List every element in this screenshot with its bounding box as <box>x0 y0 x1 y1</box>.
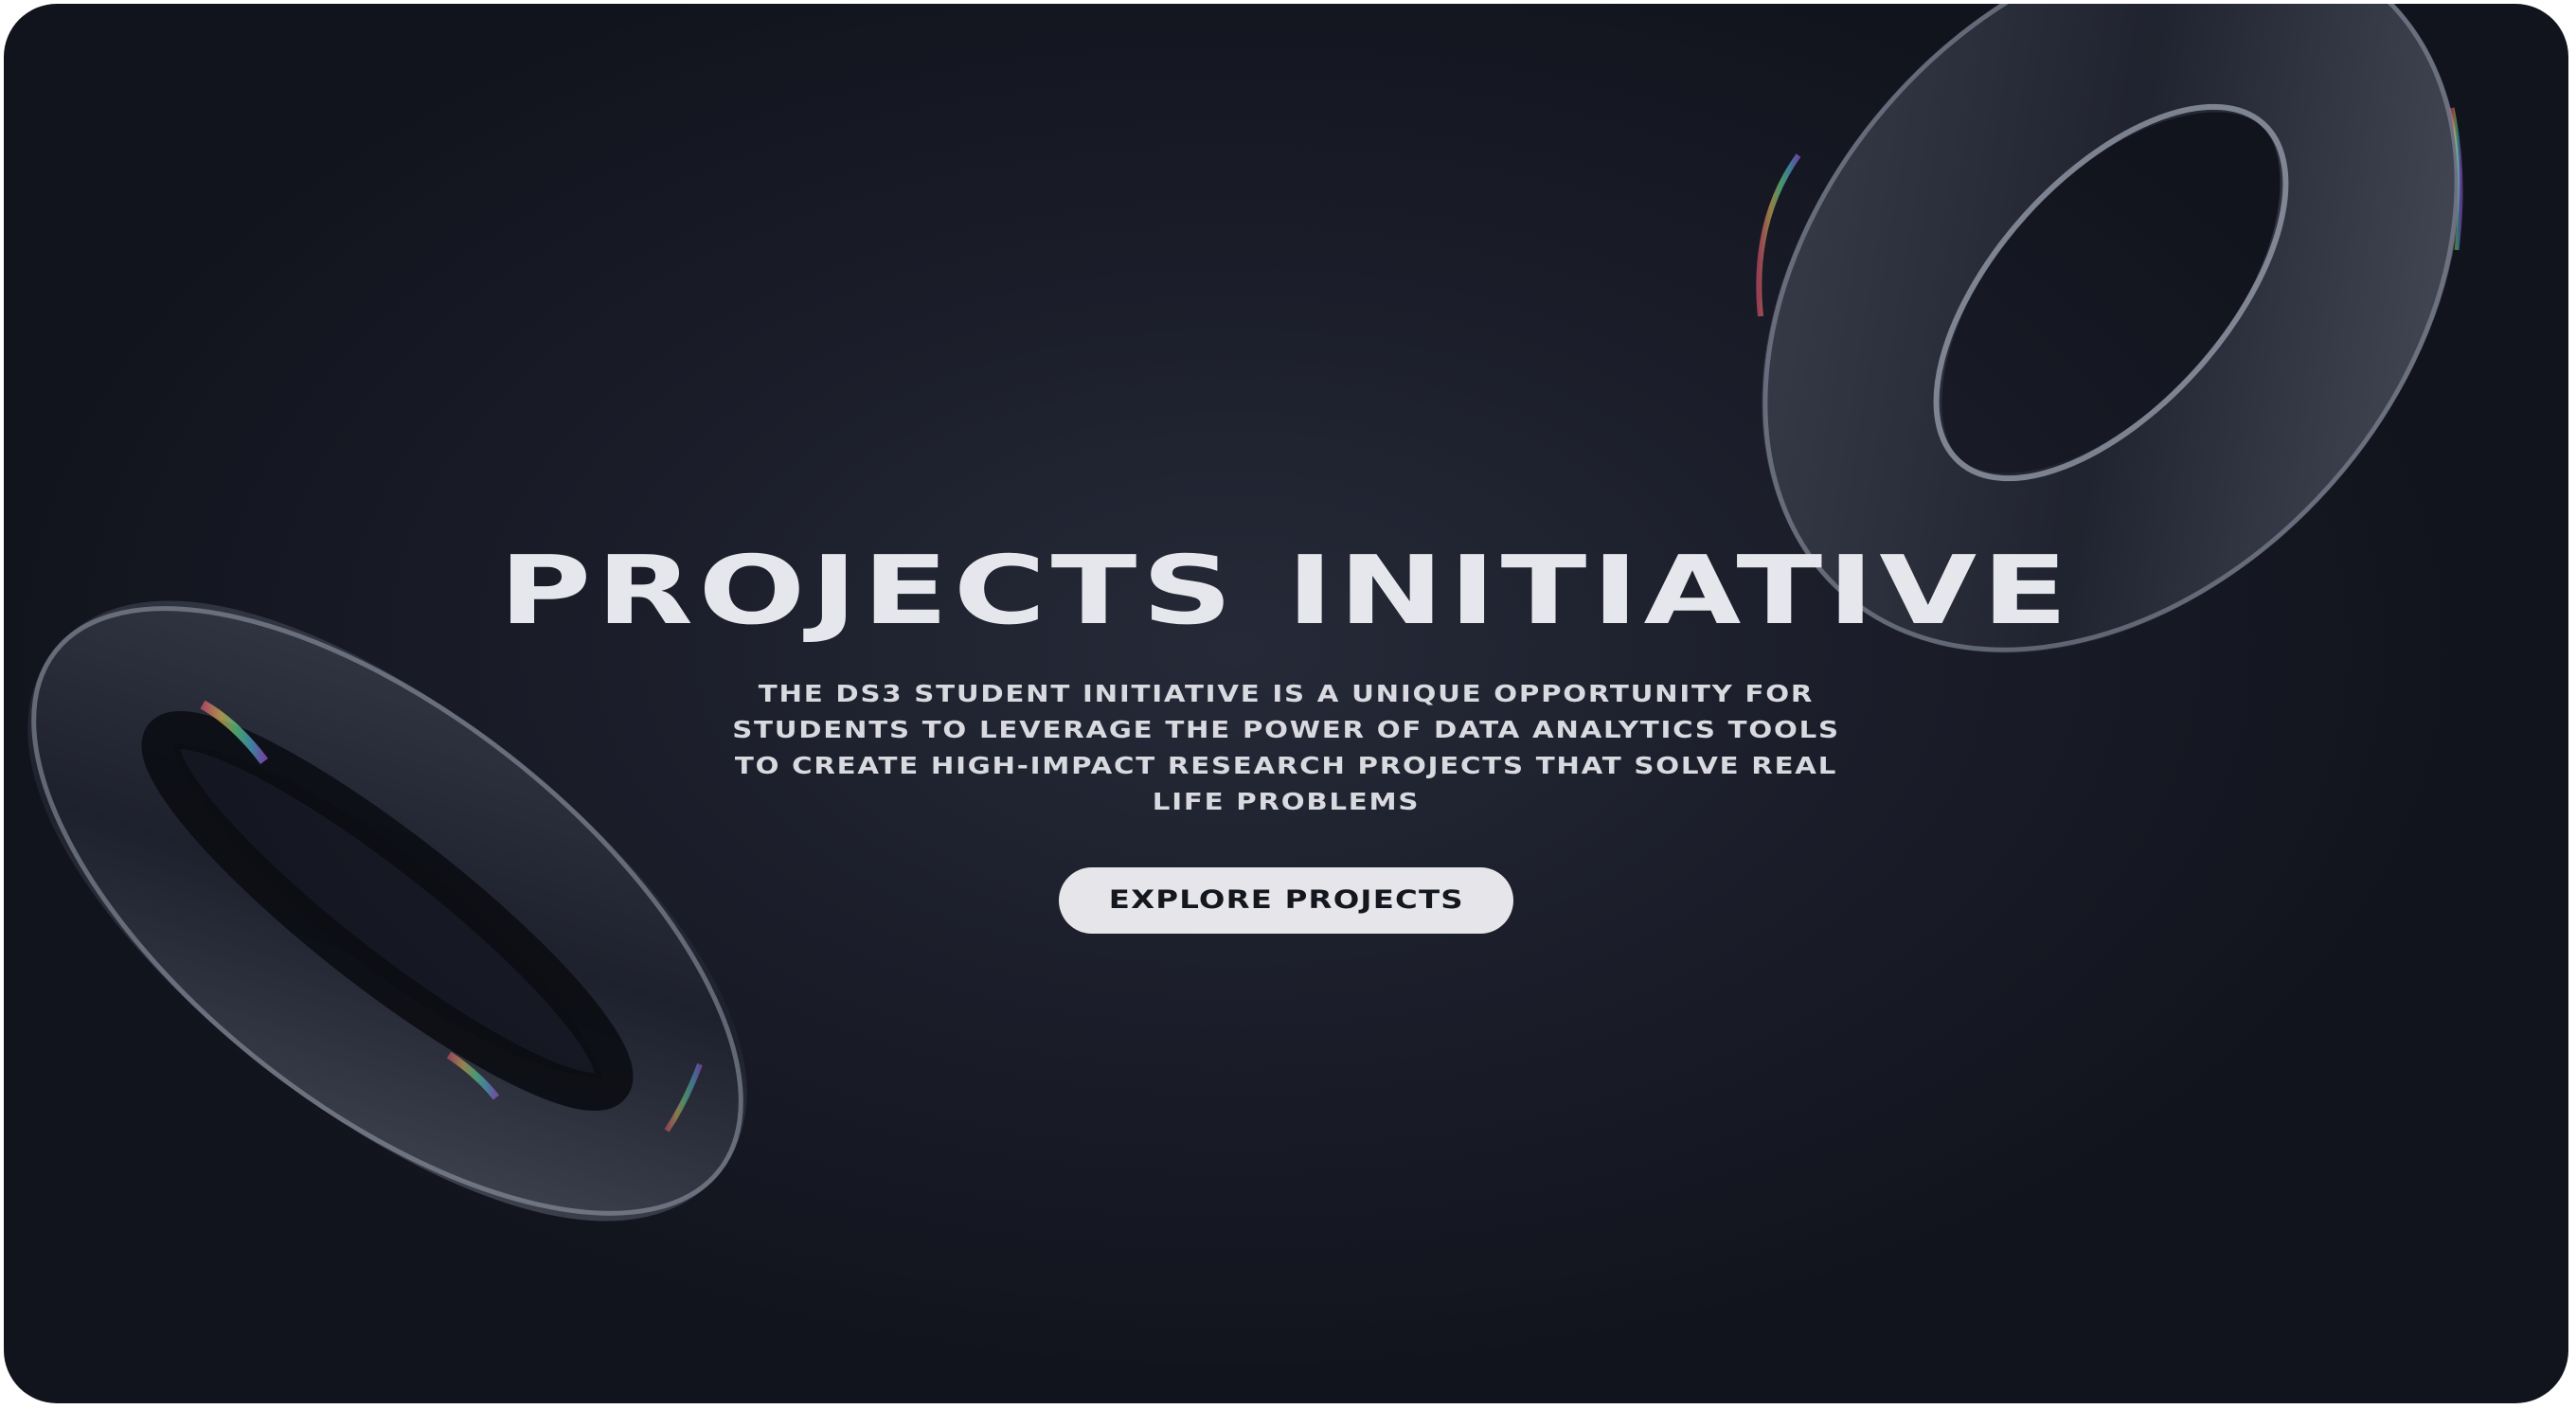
hero-card: PROJECTS INITIATIVE THE DS3 STUDENT INIT… <box>4 4 2568 1403</box>
explore-projects-button[interactable]: EXPLORE PROJECTS <box>1059 867 1513 934</box>
page-title: PROJECTS INITIATIVE <box>499 535 2073 646</box>
hero-section: PROJECTS INITIATIVE THE DS3 STUDENT INIT… <box>4 534 2568 934</box>
hero-description: THE DS3 STUDENT INITIATIVE IS A UNIQUE O… <box>732 680 1840 815</box>
explore-projects-button-label: EXPLORE PROJECTS <box>1108 885 1464 915</box>
